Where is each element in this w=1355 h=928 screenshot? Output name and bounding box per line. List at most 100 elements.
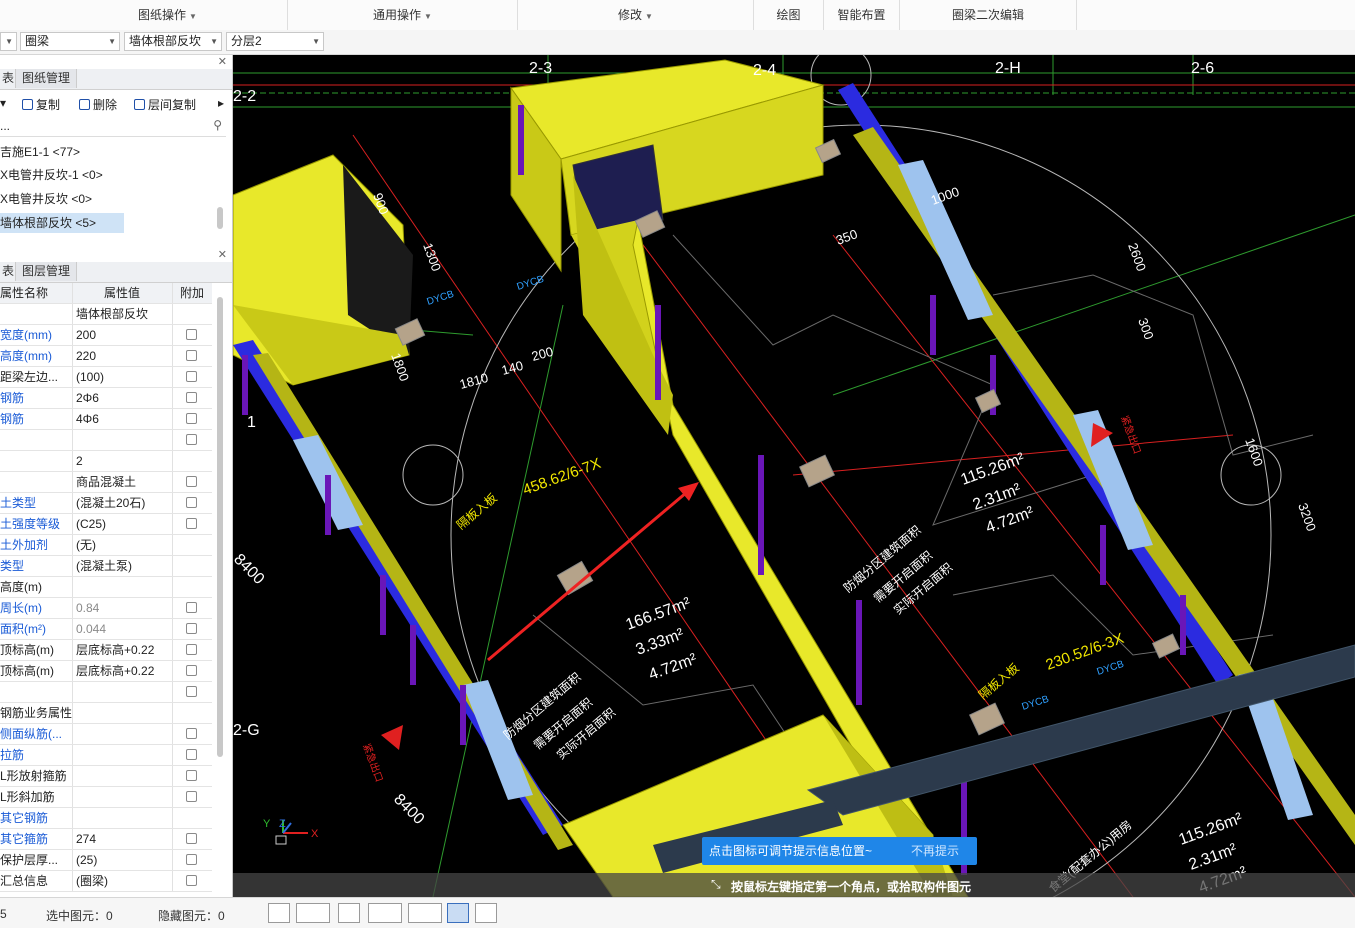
- scrollbar-thumb[interactable]: [217, 207, 223, 229]
- property-value[interactable]: (无): [76, 535, 170, 555]
- property-value[interactable]: [76, 766, 170, 786]
- ortho-toggle-button[interactable]: [268, 903, 290, 923]
- delete-button[interactable]: 删除: [79, 96, 117, 113]
- property-value[interactable]: [76, 682, 170, 702]
- property-value[interactable]: (混凝土泵): [76, 556, 170, 576]
- extra-checkbox[interactable]: [186, 770, 197, 781]
- element-name-select[interactable]: 墙体根部反坎 ▼: [124, 32, 222, 51]
- extra-checkbox[interactable]: [186, 413, 197, 424]
- search-icon[interactable]: ⚲: [213, 118, 222, 132]
- dynamic-input-button[interactable]: [408, 903, 442, 923]
- 3d-viewport[interactable]: 2-3 2-4 2-H 2-6 2-2 2-G 1 1800 1810 140 …: [233, 55, 1355, 897]
- table-row[interactable]: L形放射箍筋: [0, 766, 212, 787]
- orbit-handle-left[interactable]: [402, 444, 464, 506]
- table-row[interactable]: 距梁左边... (100): [0, 367, 212, 388]
- close-icon[interactable]: ✕: [218, 55, 227, 68]
- property-value[interactable]: 商品混凝土: [76, 472, 170, 492]
- table-row[interactable]: 墙体根部反坎: [0, 304, 212, 325]
- table-row[interactable]: 土外加剂 (无): [0, 535, 212, 556]
- table-row[interactable]: 类型 (混凝土泵): [0, 556, 212, 577]
- property-value[interactable]: [76, 430, 170, 450]
- table-row[interactable]: 保护层厚... (25): [0, 850, 212, 871]
- extra-checkbox[interactable]: [186, 329, 197, 340]
- extra-checkbox[interactable]: [186, 749, 197, 760]
- property-value[interactable]: 层底标高+0.22: [76, 661, 170, 681]
- ribbon-group-draw[interactable]: 绘图: [754, 0, 824, 30]
- table-row[interactable]: 顶标高(m) 层底标高+0.22: [0, 661, 212, 682]
- property-value[interactable]: [76, 808, 170, 828]
- table-row[interactable]: 拉筋: [0, 745, 212, 766]
- table-row[interactable]: 周长(m) 0.84: [0, 598, 212, 619]
- list-item[interactable]: X电管井反坎-1 <0>: [0, 165, 111, 185]
- tab-layer-management[interactable]: 图层管理: [16, 262, 78, 281]
- extra-checkbox[interactable]: [186, 644, 197, 655]
- extra-checkbox[interactable]: [186, 476, 197, 487]
- copy-button[interactable]: 复制: [22, 96, 60, 113]
- table-row[interactable]: 侧面纵筋(...: [0, 724, 212, 745]
- table-row[interactable]: 宽度(mm) 200: [0, 325, 212, 346]
- extra-checkbox[interactable]: [186, 854, 197, 865]
- property-value[interactable]: (100): [76, 367, 170, 387]
- arc-button[interactable]: [475, 903, 497, 923]
- property-value[interactable]: 2: [76, 451, 170, 471]
- angle-button[interactable]: [368, 903, 402, 923]
- model-canvas[interactable]: 2-3 2-4 2-H 2-6 2-2 2-G 1 1800 1810 140 …: [233, 55, 1355, 897]
- property-value[interactable]: [76, 577, 170, 597]
- scrollbar-thumb[interactable]: [217, 297, 223, 757]
- table-row[interactable]: 土强度等级 (C25): [0, 514, 212, 535]
- list-item-selected[interactable]: 墙体根部反坎 <5>: [0, 213, 124, 233]
- extra-checkbox[interactable]: [186, 875, 197, 886]
- table-row[interactable]: [0, 682, 212, 703]
- extra-checkbox[interactable]: [186, 434, 197, 445]
- extra-checkbox[interactable]: [186, 392, 197, 403]
- extra-checkbox[interactable]: [186, 623, 197, 634]
- table-row[interactable]: 其它箍筋 274: [0, 829, 212, 850]
- table-row[interactable]: 其它钢筋: [0, 808, 212, 829]
- ribbon-group-drawing-ops[interactable]: 图纸操作 ▼: [48, 0, 288, 30]
- extra-checkbox[interactable]: [186, 518, 197, 529]
- ribbon-group-general-ops[interactable]: 通用操作 ▼: [288, 0, 518, 30]
- table-row[interactable]: 土类型 (混凝土20石): [0, 493, 212, 514]
- property-value[interactable]: 2Φ6: [76, 388, 170, 408]
- property-value[interactable]: 墙体根部反坎: [76, 304, 170, 324]
- cross-select-button[interactable]: [338, 903, 360, 923]
- floor-selector-partial[interactable]: ▼: [0, 32, 17, 51]
- layer-select[interactable]: 分层2 ▼: [226, 32, 324, 51]
- table-row[interactable]: 高度(m): [0, 577, 212, 598]
- property-value[interactable]: [76, 703, 170, 723]
- new-dropdown-icon[interactable]: ▾: [0, 96, 6, 110]
- table-row[interactable]: [0, 430, 212, 451]
- list-item[interactable]: 吉施E1-1 <77>: [0, 142, 88, 162]
- tab-drawing-management[interactable]: 图纸管理: [16, 69, 78, 88]
- extra-checkbox[interactable]: [186, 350, 197, 361]
- ribbon-group-ring-beam-edit[interactable]: 圈梁二次编辑: [900, 0, 1077, 30]
- property-value[interactable]: 220: [76, 346, 170, 366]
- ribbon-group-modify[interactable]: 修改 ▼: [518, 0, 754, 30]
- extra-checkbox[interactable]: [186, 791, 197, 802]
- table-row[interactable]: 汇总信息 (圈梁): [0, 871, 212, 892]
- snap-object-button[interactable]: [296, 903, 330, 923]
- info-tip[interactable]: 点击图标可调节提示信息位置~ 不再提示: [702, 837, 977, 865]
- list-item[interactable]: X电管井反坎 <0>: [0, 189, 100, 209]
- extra-checkbox[interactable]: [186, 602, 197, 613]
- tab-properties[interactable]: 表: [0, 262, 16, 281]
- property-value[interactable]: 0.84: [76, 598, 170, 618]
- close-icon[interactable]: ✕: [218, 248, 227, 261]
- extra-checkbox[interactable]: [186, 497, 197, 508]
- property-value[interactable]: (圈梁): [76, 871, 170, 891]
- table-row[interactable]: 商品混凝土: [0, 472, 212, 493]
- property-value[interactable]: 4Φ6: [76, 409, 170, 429]
- table-row[interactable]: 钢筋业务属性: [0, 703, 212, 724]
- property-value[interactable]: (混凝土20石): [76, 493, 170, 513]
- property-value[interactable]: (25): [76, 850, 170, 870]
- extra-checkbox[interactable]: [186, 728, 197, 739]
- dismiss-tip-link[interactable]: 不再提示: [911, 837, 959, 865]
- floor-copy-button[interactable]: 层间复制: [134, 96, 196, 113]
- tab-components[interactable]: 表: [0, 69, 16, 88]
- table-row[interactable]: 顶标高(m) 层底标高+0.22: [0, 640, 212, 661]
- extra-checkbox[interactable]: [186, 665, 197, 676]
- property-value[interactable]: (C25): [76, 514, 170, 534]
- table-row[interactable]: 2: [0, 451, 212, 472]
- property-value[interactable]: 274: [76, 829, 170, 849]
- element-type-select[interactable]: 圈梁 ▼: [20, 32, 120, 51]
